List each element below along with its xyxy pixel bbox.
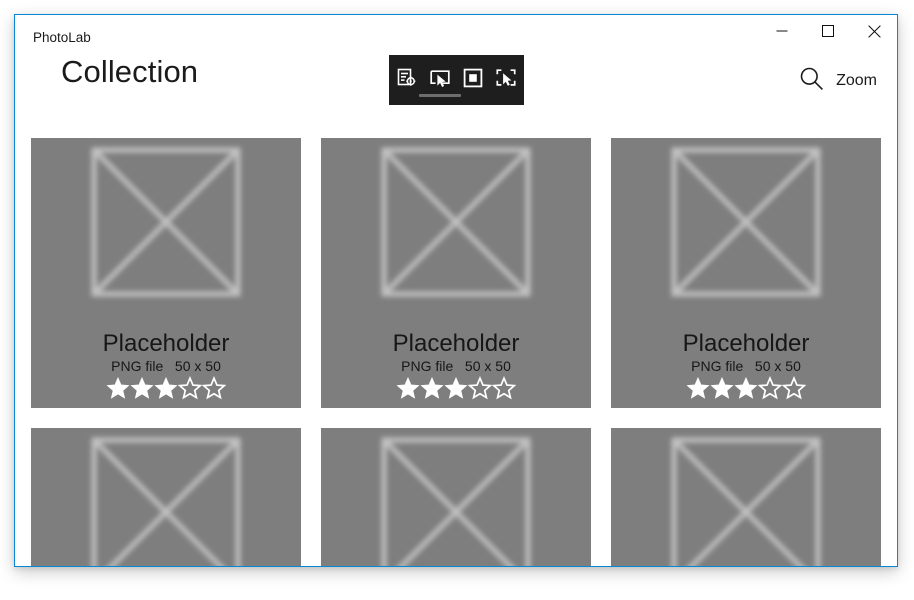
pick-element-tool[interactable] <box>490 61 523 95</box>
photo-card[interactable]: PlaceholderPNG file 50 x 50 <box>321 138 591 408</box>
window-title: PhotoLab <box>33 30 91 45</box>
pointer-in-frame-icon <box>429 67 451 89</box>
star-filled-icon[interactable] <box>154 376 178 400</box>
app-window: PhotoLab Collection Zoom Placeholder PNG… <box>14 14 898 567</box>
photo-card-subtitle: PNG file 50 x 50 <box>691 358 801 375</box>
zoom-label: Zoom <box>836 72 877 89</box>
window-controls <box>759 15 897 55</box>
photo-gallery: Placeholder PNG file 50 x 50 Placeholder PN… <box>31 138 883 566</box>
square-in-square-icon <box>462 67 484 89</box>
star-filled-icon[interactable] <box>444 376 468 400</box>
photo-card-meta: Placeholder PNG file 50 x 50 <box>321 330 591 400</box>
star-empty-icon[interactable] <box>758 376 782 400</box>
maximize-icon <box>822 25 834 37</box>
photo-card-meta: Placeholder PNG file 50 x 50 <box>31 330 301 400</box>
photo-card-subtitle: PNG file 50 x 50 <box>111 358 221 375</box>
header-row: Collection Zoom <box>15 54 897 123</box>
pointer-in-brackets-icon <box>495 67 517 89</box>
close-button[interactable] <box>851 15 897 47</box>
photo-card-rating[interactable] <box>31 376 301 400</box>
minimize-icon <box>776 25 788 37</box>
photo-card-rating[interactable] <box>321 376 591 400</box>
image-placeholder-icon <box>31 428 301 566</box>
photo-card[interactable]: PlaceholderPNG file 50 x 50 <box>611 428 881 566</box>
document-target-icon <box>396 67 418 89</box>
search-icon <box>798 65 825 97</box>
image-placeholder-icon <box>321 428 591 566</box>
star-filled-icon[interactable] <box>734 376 758 400</box>
photo-card[interactable]: PlaceholderPNG file 50 x 50 <box>611 138 881 408</box>
minimize-button[interactable] <box>759 15 805 47</box>
title-bar: PhotoLab <box>15 15 897 55</box>
inspect-element-tool[interactable] <box>391 61 424 95</box>
select-box-tool[interactable] <box>457 61 490 95</box>
star-filled-icon[interactable] <box>420 376 444 400</box>
photo-card-meta: Placeholder PNG file 50 x 50 <box>611 330 881 400</box>
image-placeholder-icon <box>611 428 881 566</box>
tool-panel <box>389 55 524 105</box>
star-empty-icon[interactable] <box>468 376 492 400</box>
photo-card-rating[interactable] <box>611 376 881 400</box>
gallery-grid: Placeholder PNG file 50 x 50 Placeholder PN… <box>31 138 883 566</box>
photo-card[interactable]: PlaceholderPNG file 50 x 50 <box>31 428 301 566</box>
page-title: Collection <box>61 54 199 89</box>
tool-selection-indicator <box>419 94 461 97</box>
close-icon <box>867 24 881 38</box>
zoom-button[interactable]: Zoom <box>798 65 877 97</box>
select-pointer-tool[interactable] <box>424 61 457 95</box>
star-filled-icon[interactable] <box>130 376 154 400</box>
star-empty-icon[interactable] <box>202 376 226 400</box>
star-empty-icon[interactable] <box>178 376 202 400</box>
photo-card-title: Placeholder <box>682 329 810 357</box>
star-filled-icon[interactable] <box>396 376 420 400</box>
star-filled-icon[interactable] <box>710 376 734 400</box>
photo-card-title: Placeholder <box>392 329 520 357</box>
star-empty-icon[interactable] <box>492 376 516 400</box>
star-filled-icon[interactable] <box>686 376 710 400</box>
photo-card[interactable]: PlaceholderPNG file 50 x 50 <box>31 138 301 408</box>
photo-card-title: Placeholder <box>102 329 230 357</box>
maximize-button[interactable] <box>805 15 851 47</box>
star-filled-icon[interactable] <box>106 376 130 400</box>
photo-card[interactable]: PlaceholderPNG file 50 x 50 <box>321 428 591 566</box>
star-empty-icon[interactable] <box>782 376 806 400</box>
photo-card-subtitle: PNG file 50 x 50 <box>401 358 511 375</box>
